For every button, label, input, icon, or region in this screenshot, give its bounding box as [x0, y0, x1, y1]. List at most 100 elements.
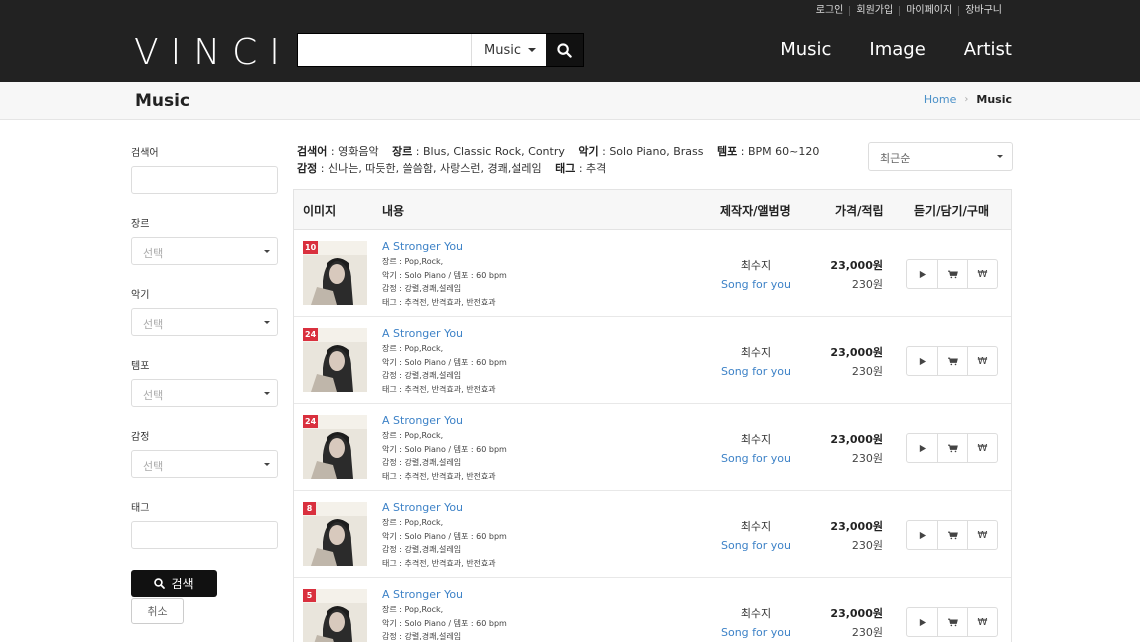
add-to-cart-button[interactable] — [937, 608, 967, 636]
track-mood: 감정 : 강렬,경쾌,설레임 — [382, 371, 462, 381]
buy-button[interactable]: ₩ — [967, 434, 997, 462]
play-button[interactable] — [907, 260, 937, 288]
breadcrumb-home[interactable]: Home — [924, 93, 956, 106]
table-row: 5 A Stronger You 장르 : Pop,Rock, 악기 : Sol… — [294, 578, 1011, 642]
summary-tempo-value: BPM 60~120 — [747, 145, 820, 158]
keyword-input[interactable] — [131, 166, 278, 194]
instrument-select-placeholder: 선택 — [143, 318, 164, 331]
results-table: 이미지 내용 제작자/앨범명 가격/적립 듣기/담기/구매 10 A Stron… — [293, 189, 1012, 642]
maker-name[interactable]: 최수지 — [706, 517, 806, 536]
chevron-down-icon — [264, 463, 270, 466]
track-info: A Stronger You 장르 : Pop,Rock, 악기 : Solo … — [382, 414, 507, 484]
album-cover[interactable]: 24 — [303, 415, 367, 479]
price-points: 23,000원 230원 — [830, 430, 883, 468]
track-instrument: 악기 : Solo Piano / 템포 : 60 bpm — [382, 531, 507, 541]
summary-tag-label: 태그 — [555, 162, 576, 175]
maker-name[interactable]: 최수지 — [706, 430, 806, 449]
buy-button[interactable]: ₩ — [967, 521, 997, 549]
logo[interactable]: VINCI — [134, 32, 292, 73]
table-row: 24 A Stronger You 장르 : Pop,Rock, 악기 : So… — [294, 317, 1011, 404]
cart-icon — [947, 444, 958, 452]
tempo-select[interactable]: 선택 — [131, 379, 278, 407]
album-name[interactable]: Song for you — [706, 623, 806, 642]
track-instrument: 악기 : Solo Piano / 템포 : 60 bpm — [382, 357, 507, 367]
nav-artist[interactable]: Artist — [964, 39, 1012, 60]
track-info: A Stronger You 장르 : Pop,Rock, 악기 : Solo … — [382, 588, 507, 642]
nav-image[interactable]: Image — [869, 39, 925, 60]
add-to-cart-button[interactable] — [937, 347, 967, 375]
track-title[interactable]: A Stronger You — [382, 240, 507, 254]
album-cover[interactable]: 24 — [303, 328, 367, 392]
album-name[interactable]: Song for you — [706, 362, 806, 381]
site-header: VINCI Music Music Image Artist — [0, 22, 1140, 82]
buy-button[interactable]: ₩ — [967, 260, 997, 288]
album-name[interactable]: Song for you — [706, 275, 806, 294]
tag-input[interactable] — [131, 521, 278, 549]
tempo-select-placeholder: 선택 — [143, 389, 164, 402]
rank-badge: 8 — [303, 502, 316, 515]
album-cover[interactable]: 5 — [303, 589, 367, 642]
breadcrumb: Home › Music — [924, 93, 1012, 106]
maker-album: 최수지 Song for you — [706, 517, 806, 555]
maker-album: 최수지 Song for you — [706, 604, 806, 642]
price: 23,000원 — [830, 346, 883, 359]
maker-name[interactable]: 최수지 — [706, 604, 806, 623]
instrument-select[interactable]: 선택 — [131, 308, 278, 336]
nav-music[interactable]: Music — [780, 39, 831, 60]
search-type-select[interactable]: Music — [471, 34, 546, 66]
play-button[interactable] — [907, 347, 937, 375]
buy-button[interactable]: ₩ — [967, 608, 997, 636]
genre-select[interactable]: 선택 — [131, 237, 278, 265]
album-name[interactable]: Song for you — [706, 449, 806, 468]
play-icon — [919, 357, 926, 365]
search-type-value: Music — [484, 42, 521, 58]
play-button[interactable] — [907, 608, 937, 636]
genre-select-placeholder: 선택 — [143, 247, 164, 260]
cart-link[interactable]: 장바구니 — [958, 6, 1008, 16]
search-icon — [557, 42, 572, 58]
play-button[interactable] — [907, 521, 937, 549]
track-genre: 장르 : Pop,Rock, — [382, 344, 444, 353]
maker-name[interactable]: 최수지 — [706, 343, 806, 362]
play-icon — [919, 531, 926, 539]
mood-select[interactable]: 선택 — [131, 450, 278, 478]
play-button[interactable] — [907, 434, 937, 462]
row-actions: ₩ — [906, 607, 998, 637]
login-link[interactable]: 로그인 — [810, 6, 850, 16]
filter-search-button[interactable]: 검색 — [131, 570, 217, 597]
summary-tag-value: 추격 — [586, 162, 607, 175]
add-to-cart-button[interactable] — [937, 521, 967, 549]
album-cover[interactable]: 10 — [303, 241, 367, 305]
sort-select-value: 최근순 — [880, 152, 911, 165]
search-button[interactable] — [545, 34, 583, 66]
price-points: 23,000원 230원 — [830, 343, 883, 381]
album-cover[interactable]: 8 — [303, 502, 367, 566]
buy-button[interactable]: ₩ — [967, 347, 997, 375]
row-actions: ₩ — [906, 346, 998, 376]
track-instrument: 악기 : Solo Piano / 템포 : 60 bpm — [382, 270, 507, 280]
sort-select[interactable]: 최근순 — [868, 142, 1013, 171]
add-to-cart-button[interactable] — [937, 260, 967, 288]
page-title: Music — [135, 91, 191, 111]
track-info: A Stronger You 장르 : Pop,Rock, 악기 : Solo … — [382, 501, 507, 571]
row-actions: ₩ — [906, 520, 998, 550]
track-title[interactable]: A Stronger You — [382, 414, 507, 428]
signup-link[interactable]: 회원가입 — [849, 6, 899, 16]
header-actions: 듣기/담기/구매 — [914, 204, 990, 218]
mypage-link[interactable]: 마이페이지 — [899, 6, 958, 16]
price-points: 23,000원 230원 — [830, 517, 883, 555]
track-title[interactable]: A Stronger You — [382, 327, 507, 341]
summary-keyword-value: 영화음악 — [338, 145, 379, 158]
won-icon: ₩ — [977, 268, 988, 280]
track-title[interactable]: A Stronger You — [382, 501, 507, 515]
price-points: 23,000원 230원 — [830, 256, 883, 294]
row-actions: ₩ — [906, 433, 998, 463]
track-title[interactable]: A Stronger You — [382, 588, 507, 602]
album-name[interactable]: Song for you — [706, 536, 806, 555]
cart-icon — [947, 357, 958, 365]
filter-cancel-button[interactable]: 취소 — [131, 598, 184, 624]
row-actions: ₩ — [906, 259, 998, 289]
maker-name[interactable]: 최수지 — [706, 256, 806, 275]
search-input[interactable] — [298, 34, 471, 66]
add-to-cart-button[interactable] — [937, 434, 967, 462]
